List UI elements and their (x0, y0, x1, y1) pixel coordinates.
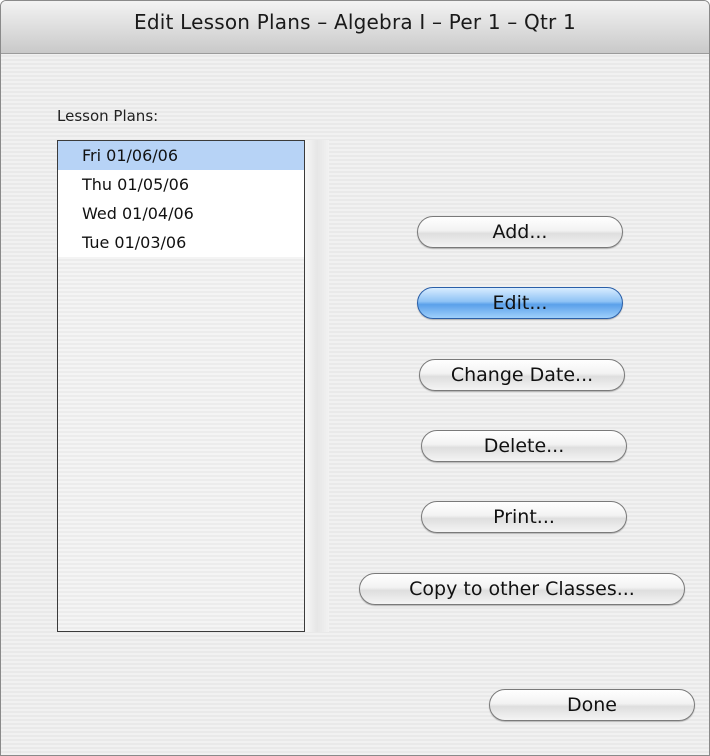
add-button[interactable]: Add... (417, 216, 623, 248)
delete-button[interactable]: Delete... (421, 430, 627, 462)
print-button[interactable]: Print... (421, 501, 627, 533)
done-button[interactable]: Done (489, 689, 695, 721)
title-bar[interactable]: Edit Lesson Plans – Algebra I – Per 1 – … (1, 1, 709, 54)
list-item[interactable]: Tue 01/03/06 (58, 228, 304, 257)
edit-lesson-plans-dialog: Edit Lesson Plans – Algebra I – Per 1 – … (0, 0, 710, 756)
list-item[interactable]: Wed 01/04/06 (58, 199, 304, 228)
lesson-plans-rows: Fri 01/06/06 Thu 01/05/06 Wed 01/04/06 T… (58, 141, 304, 257)
edit-button[interactable]: Edit... (417, 287, 623, 319)
change-date-button[interactable]: Change Date... (419, 359, 625, 391)
list-item[interactable]: Thu 01/05/06 (58, 170, 304, 199)
list-item[interactable]: Fri 01/06/06 (58, 141, 304, 170)
lesson-plans-list[interactable]: Fri 01/06/06 Thu 01/05/06 Wed 01/04/06 T… (57, 140, 305, 632)
list-scrollbar[interactable] (305, 140, 329, 632)
lesson-plans-label: Lesson Plans: (57, 107, 159, 125)
lesson-plans-list-container: Fri 01/06/06 Thu 01/05/06 Wed 01/04/06 T… (57, 140, 329, 632)
window-title: Edit Lesson Plans – Algebra I – Per 1 – … (134, 10, 576, 34)
copy-to-other-classes-button[interactable]: Copy to other Classes... (359, 573, 685, 605)
